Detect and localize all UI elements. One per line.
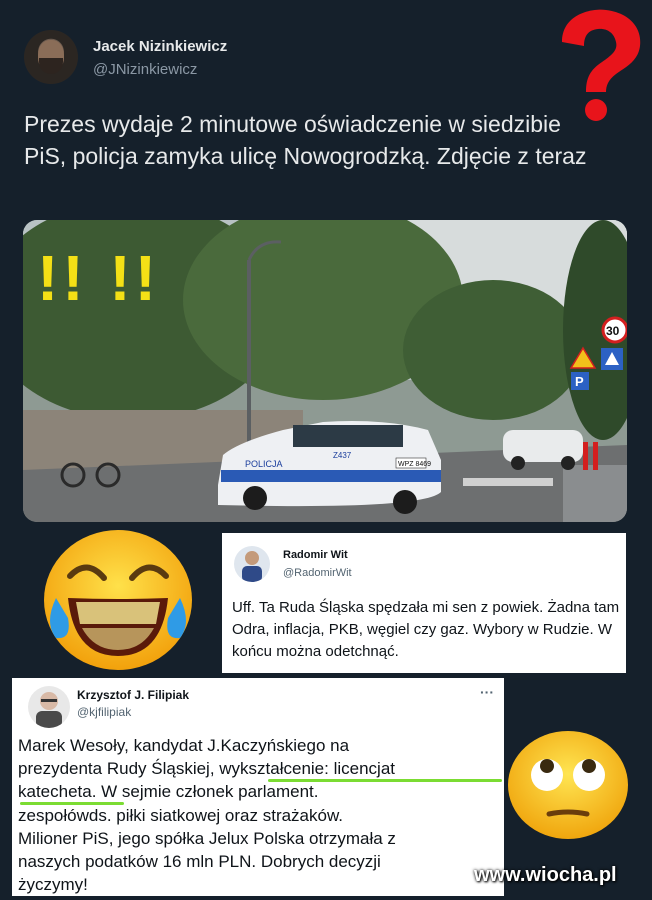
quote2-line: życzymy!: [18, 875, 88, 895]
more-options-icon[interactable]: ···: [480, 684, 494, 700]
street-photo[interactable]: POLICJA Z437 WPZ 8469 30 P !! !!: [23, 220, 627, 522]
main-author-handle[interactable]: @JNizinkiewicz: [93, 61, 197, 78]
quote2-text: Marek Wesoły, kandydat J.Kaczyńskiego na…: [18, 734, 504, 896]
quote2-author-handle[interactable]: @kjfilipiak: [77, 705, 131, 719]
highlight-underline: [20, 802, 124, 805]
quote1-avatar[interactable]: [234, 546, 270, 582]
quote1-text: Uff. Ta Ruda Śląska spędzała mi sen z po…: [232, 599, 620, 660]
question-mark-icon: [562, 9, 641, 121]
license-plate: WPZ 8469: [398, 461, 431, 468]
police-word: POLICJA: [245, 459, 283, 469]
main-avatar[interactable]: [24, 30, 78, 84]
highlight-underline: [268, 779, 502, 782]
quote2-line: katecheta. W sejmie członek parlament.: [18, 782, 319, 802]
quote-card-filipiak[interactable]: Krzysztof J. Filipiak @kjfilipiak ··· Ma…: [12, 678, 504, 896]
person-avatar-icon: [242, 551, 262, 582]
person-avatar-icon: [36, 692, 62, 728]
quote2-author-name[interactable]: Krzysztof J. Filipiak: [77, 688, 189, 702]
quote2-line: prezydenta Rudy Śląskiej, wykształcenie:…: [18, 759, 396, 779]
quote1-author-name[interactable]: Radomir Wit: [283, 549, 348, 561]
rolling-eyes-emoji: [508, 731, 628, 839]
quote2-avatar[interactable]: [28, 686, 70, 728]
watermark: www.wiocha.pl: [474, 864, 617, 886]
quote2-line: Milioner PiS, jego spółka Jelux Polska o…: [18, 828, 396, 848]
parking-sign: P: [575, 374, 584, 389]
main-tweet-text: Prezes wydaje 2 minutowe oświadczenie w …: [24, 111, 587, 169]
quote2-line: Marek Wesoły, kandydat J.Kaczyńskiego na: [18, 736, 350, 755]
speed-sign: 30: [606, 324, 620, 338]
street-scene: POLICJA Z437 WPZ 8469 30 P !! !!: [23, 220, 627, 522]
avatar-beard: [39, 58, 63, 74]
main-author-name[interactable]: Jacek Nizinkiewicz: [93, 38, 227, 55]
quote2-line: zespołówds. piłki siatkowej oraz strażak…: [18, 805, 344, 825]
quote1-author-handle[interactable]: @RadomirWit: [283, 567, 352, 579]
car-number: Z437: [333, 451, 352, 460]
exclamation-marks: !! !!: [37, 242, 160, 314]
quote2-line: naszych podatków 16 mln PLN. Dobrych dec…: [18, 852, 381, 872]
quote-card-radomir[interactable]: Radomir Wit @RadomirWit Uff. Ta Ruda Ślą…: [222, 533, 626, 673]
laughing-crying-emoji: [44, 530, 192, 670]
